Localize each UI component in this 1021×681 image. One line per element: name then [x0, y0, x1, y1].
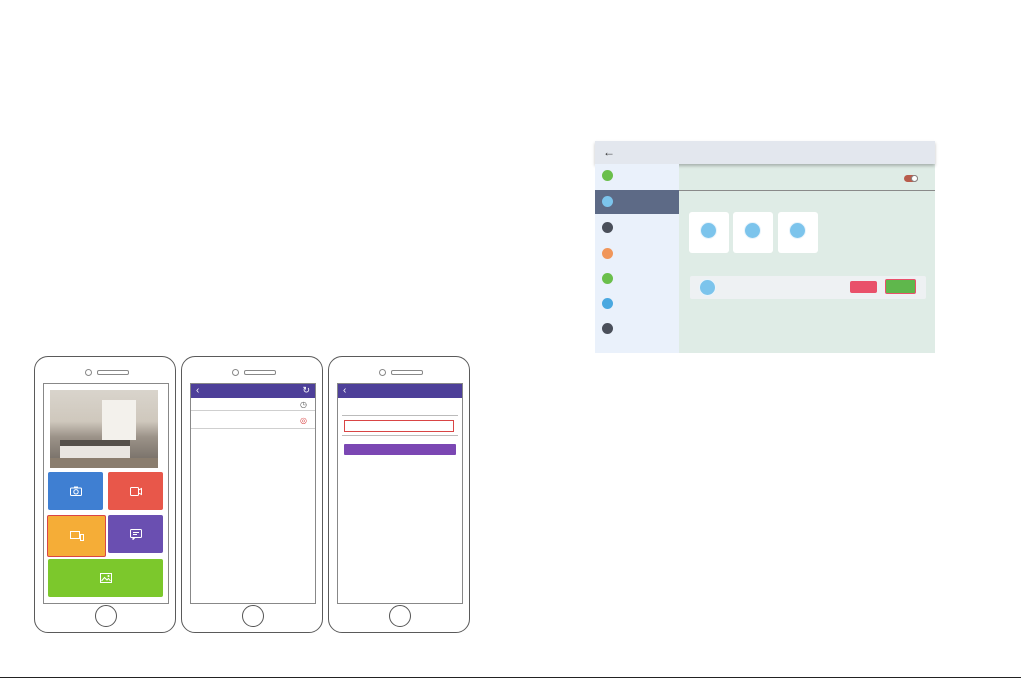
sidebar-item-network[interactable] [595, 242, 679, 266]
delete-button[interactable] [850, 281, 877, 293]
clock-icon: ◷ [300, 400, 307, 409]
user-card[interactable] [778, 212, 818, 253]
status-icon [602, 170, 613, 181]
home-button[interactable] [242, 605, 264, 627]
room-preview-image[interactable] [50, 390, 158, 468]
speaker-grille [391, 370, 423, 375]
user-icon [602, 196, 613, 207]
user-card[interactable] [733, 212, 773, 253]
speaker-grille [244, 370, 276, 375]
camera-tile[interactable] [48, 472, 103, 510]
floor-detail [50, 458, 158, 468]
home-button[interactable] [95, 605, 117, 627]
sidebar-item-users[interactable] [595, 190, 679, 214]
settings-window: ← [595, 141, 935, 353]
avatar [789, 222, 806, 239]
devices-tile[interactable] [47, 515, 106, 557]
home-button[interactable] [389, 605, 411, 627]
messages-tile[interactable] [108, 515, 163, 553]
sidebar-item-settings[interactable] [595, 292, 679, 316]
enable-toggle[interactable] [904, 175, 918, 182]
settings-icon [602, 298, 613, 309]
front-camera [85, 369, 92, 376]
avatar [700, 222, 717, 239]
info-icon [602, 323, 613, 334]
text-input-highlighted[interactable] [344, 420, 454, 432]
chevron-left-icon[interactable]: ‹ [343, 385, 346, 396]
window-detail [102, 400, 136, 440]
record-tile[interactable] [108, 472, 163, 510]
chevron-left-icon[interactable]: ‹ [196, 385, 199, 396]
submit-button[interactable] [344, 444, 456, 455]
divider [342, 435, 458, 436]
speaker-grille [97, 370, 129, 375]
user-card[interactable] [689, 212, 729, 253]
devices-icon [69, 531, 84, 541]
target-icon[interactable]: ◎ [300, 416, 307, 425]
sidebar-item-schedule[interactable] [595, 267, 679, 291]
video-icon [129, 486, 142, 496]
gallery-tile[interactable] [48, 559, 163, 597]
refresh-icon[interactable]: ↻ [302, 385, 310, 396]
image-icon [99, 573, 112, 583]
monitor-icon [602, 222, 613, 233]
divider [342, 415, 458, 416]
wifi-icon [602, 248, 613, 259]
app-bar: ‹ [338, 384, 462, 398]
confirm-button-highlight [885, 279, 916, 294]
arrow-left-icon[interactable]: ← [603, 145, 615, 159]
list-item[interactable]: ◷ [191, 400, 315, 411]
app-bar: ‹ ↻ [191, 384, 315, 398]
sidebar-item-display[interactable] [595, 216, 679, 240]
sidebar-item-status[interactable] [595, 164, 679, 188]
phone-home-screen [43, 383, 169, 604]
phone-form-screen: ‹ [337, 383, 463, 604]
title-bar: ← [595, 141, 935, 164]
sidebar [595, 164, 679, 353]
phone-form: ‹ [328, 356, 470, 633]
users-panel [679, 164, 935, 353]
avatar [699, 279, 716, 296]
section-divider [679, 190, 935, 191]
phone-home [34, 356, 176, 633]
avatar [744, 222, 761, 239]
page-bottom-rule [0, 677, 1021, 678]
calendar-icon [602, 273, 613, 284]
toggle-knob [911, 175, 918, 182]
front-camera [379, 369, 386, 376]
confirm-button[interactable] [886, 280, 915, 293]
camera-icon [69, 486, 82, 496]
message-icon [129, 528, 142, 540]
phone-device-list: ‹ ↻ ◷ ◎ [181, 356, 323, 633]
sidebar-item-about[interactable] [595, 317, 679, 341]
selected-user-bar [690, 276, 926, 299]
phone-device-list-screen: ‹ ↻ ◷ ◎ [190, 383, 316, 604]
list-item[interactable]: ◎ [191, 416, 315, 429]
front-camera [232, 369, 239, 376]
